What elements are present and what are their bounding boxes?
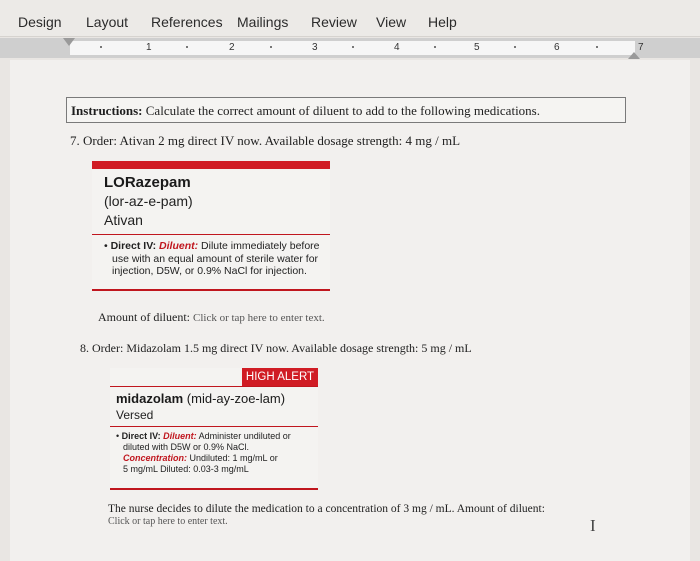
instruction-line-2: use with an equal amount of sterile wate… <box>112 252 319 265</box>
drug-instructions: • Direct IV: Diluent: Dilute immediately… <box>104 240 328 278</box>
tab-layout[interactable]: Layout <box>86 14 128 30</box>
ruler-tick <box>100 46 102 48</box>
ruler-number: 1 <box>146 42 152 53</box>
card-divider <box>92 234 330 235</box>
drug-pronunciation: (mid-ay-zoe-lam) <box>183 391 286 406</box>
ruler-text-area <box>70 41 635 55</box>
concentration-label: Concentration: <box>123 453 187 463</box>
card-divider <box>110 386 318 387</box>
tab-review[interactable]: Review <box>311 14 357 30</box>
ruler-number: 3 <box>312 42 318 53</box>
drug-brand-name: Ativan <box>104 212 143 228</box>
amount-label: Amount of diluent: <box>98 310 193 324</box>
instruction-line-1: • Direct IV: Diluent: Administer undilut… <box>116 431 291 441</box>
instruction-text-1: Dilute immediately before <box>198 240 320 252</box>
drug-instructions: • Direct IV: Diluent: Administer undilut… <box>116 431 316 475</box>
answer-field-8[interactable]: Click or tap here to enter text. <box>108 516 228 527</box>
card-top-bar <box>92 161 330 169</box>
card-bottom-bar <box>92 289 330 291</box>
instruction-line-1: • Direct IV: Diluent: Dilute immediately… <box>104 240 320 252</box>
tab-references[interactable]: References <box>151 14 223 30</box>
diluent-label: Diluent: <box>159 240 199 252</box>
tab-help[interactable]: Help <box>428 14 457 30</box>
ruler-number: 6 <box>554 42 560 53</box>
first-line-indent-marker[interactable] <box>63 38 75 46</box>
ruler-number: 5 <box>474 42 480 53</box>
drug-name: midazolam <box>116 391 184 406</box>
ruler-number: 4 <box>394 42 400 53</box>
drug-card-lorazepam: LORazepam (lor-az-e-pam) Ativan • Direct… <box>92 161 330 291</box>
instructions-label: Instructions: <box>71 103 143 118</box>
text-cursor-icon: I <box>590 516 596 535</box>
instruction-line-2: diluted with D5W or 0.9% NaCl. <box>123 442 250 452</box>
card-divider <box>110 426 318 427</box>
high-alert-badge: HIGH ALERT <box>242 368 318 386</box>
tab-view[interactable]: View <box>376 14 406 30</box>
instruction-text-3: Undiluted: 1 mg/mL or <box>187 453 278 463</box>
ruler-tick <box>596 46 598 48</box>
drug-title-line: midazolam (mid-ay-zoe-lam) <box>116 391 285 406</box>
direct-iv-label: Direct IV: <box>121 431 164 441</box>
card-bottom-bar <box>110 488 318 490</box>
amount-of-diluent-line-7: Amount of diluent: Click or tap here to … <box>98 310 325 325</box>
drug-brand-name: Versed <box>116 408 154 422</box>
ruler-tick <box>270 46 272 48</box>
instruction-line-3: Concentration: Undiluted: 1 mg/mL or <box>116 453 316 464</box>
drug-card-midazolam: HIGH ALERT midazolam (mid-ay-zoe-lam) Ve… <box>110 368 318 490</box>
drug-pronunciation: (lor-az-e-pam) <box>104 193 193 209</box>
question-8: 8. Order: Midazolam 1.5 mg direct IV now… <box>80 341 472 355</box>
instructions-box: Instructions: Calculate the correct amou… <box>66 97 626 123</box>
ruler-number: 2 <box>229 42 235 53</box>
question-7: 7. Order: Ativan 2 mg direct IV now. Ava… <box>70 133 461 148</box>
tab-mailings[interactable]: Mailings <box>237 14 288 30</box>
document-page[interactable]: Instructions: Calculate the correct amou… <box>10 60 690 561</box>
ruler-tick <box>352 46 354 48</box>
ribbon-tab-bar: Design Layout References Mailings Review… <box>0 0 700 37</box>
horizontal-ruler[interactable]: 1 2 3 4 5 6 7 <box>0 38 700 58</box>
direct-iv-label: Direct IV: <box>110 240 160 252</box>
ruler-tick <box>186 46 188 48</box>
instruction-line-4: 5 mg/mL Diluted: 0.03-3 mg/mL <box>123 464 249 474</box>
instruction-text-1: Administer undiluted or <box>196 431 291 441</box>
nurse-question: The nurse decides to dilute the medicati… <box>108 503 545 515</box>
instructions-text: Calculate the correct amount of diluent … <box>142 103 540 118</box>
answer-field-7[interactable]: Click or tap here to enter text. <box>193 312 325 324</box>
tab-design[interactable]: Design <box>18 14 62 30</box>
instruction-line-3: injection, D5W, or 0.9% NaCl for injecti… <box>112 265 307 277</box>
diluent-label: Diluent: <box>163 431 197 441</box>
ruler-tick <box>434 46 436 48</box>
ruler-tick <box>514 46 516 48</box>
drug-name: LORazepam <box>104 174 191 191</box>
right-indent-marker[interactable] <box>628 52 640 59</box>
